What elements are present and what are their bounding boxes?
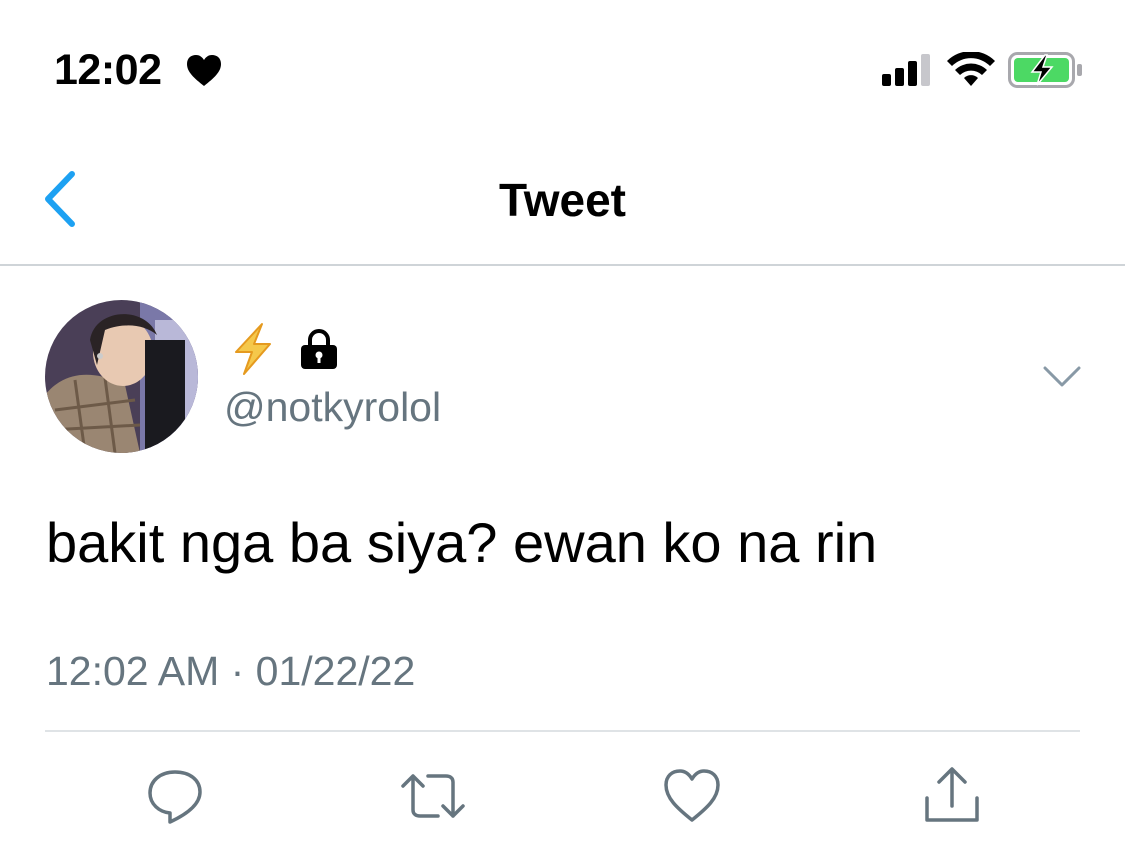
lightning-bolt-icon [235, 323, 271, 375]
retweet-button[interactable] [400, 766, 466, 826]
avatar-photo [45, 300, 198, 453]
heart-icon [187, 55, 221, 86]
page-title: Tweet [499, 174, 626, 226]
retweet-icon [401, 774, 465, 818]
tweet-timestamp: 12:02 AM · 01/22/22 [46, 648, 416, 694]
share-icon [925, 767, 979, 822]
like-button[interactable] [662, 766, 722, 826]
battery-charging-icon [1008, 52, 1082, 88]
cellular-signal-icon [882, 54, 930, 86]
tweet-text: bakit nga ba siya? ewan ko na rin [46, 511, 878, 574]
avatar[interactable] [45, 300, 198, 453]
like-heart-icon [664, 769, 720, 822]
lock-icon [301, 329, 337, 369]
share-button[interactable] [922, 766, 982, 826]
wifi-icon [947, 52, 995, 86]
status-time: 12:02 [54, 46, 162, 94]
reply-button[interactable] [145, 766, 205, 826]
chevron-down-icon[interactable] [1042, 364, 1082, 390]
author-handle[interactable]: @notkyrolol [224, 382, 441, 432]
body-divider [45, 730, 1080, 732]
nav-divider [0, 264, 1125, 266]
reply-icon [148, 770, 202, 824]
tweet-detail-screen: 12:02 Tweet @notkyrolol bakit nga ba siy… [0, 0, 1125, 864]
